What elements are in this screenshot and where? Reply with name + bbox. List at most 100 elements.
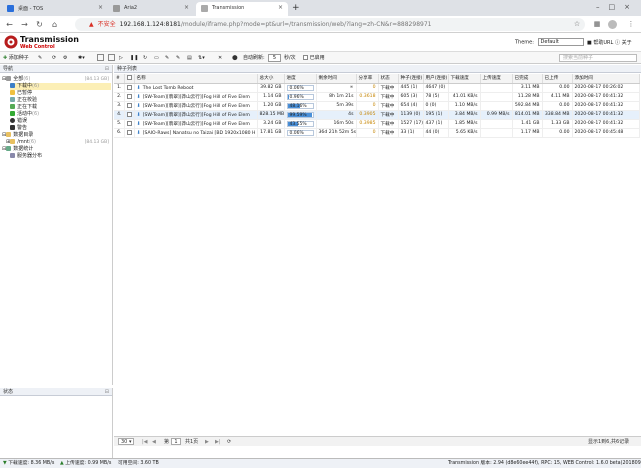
- downloading-icon: ⬇: [136, 111, 141, 118]
- start-all-button[interactable]: [97, 54, 104, 62]
- prev-page-icon[interactable]: ◀: [152, 438, 156, 446]
- sort-button[interactable]: ⇅▾: [198, 54, 205, 62]
- label-button[interactable]: ✎: [176, 54, 180, 62]
- column-header[interactable]: #: [114, 74, 125, 84]
- about-link[interactable]: ⓘ 关于: [615, 39, 632, 46]
- close-icon[interactable]: ×: [184, 4, 189, 11]
- next-page-icon[interactable]: ▶: [205, 438, 209, 446]
- forward-icon[interactable]: →: [19, 19, 30, 30]
- copy-button[interactable]: ▤: [187, 54, 192, 62]
- auto-refresh-input[interactable]: 5: [268, 54, 281, 62]
- stop-button[interactable]: ⬤: [232, 54, 238, 62]
- row-checkbox[interactable]: [126, 111, 132, 117]
- reload-icon[interactable]: ↻: [34, 19, 45, 30]
- nav-item-servers[interactable]: 服务器分布: [10, 153, 42, 160]
- tools-button[interactable]: ✱▾: [78, 54, 85, 62]
- browser-tab-transmission[interactable]: Transmission ×: [196, 2, 288, 16]
- progress-text: 0.06%: [289, 130, 304, 136]
- nav-item-active-dl[interactable]: 正在下载: [10, 104, 37, 111]
- settings-button[interactable]: ⚙: [63, 54, 67, 62]
- column-header[interactable]: 用户(连接): [423, 74, 449, 84]
- nav-item-downloading[interactable]: 下载中(6): [10, 83, 111, 90]
- row-checkbox[interactable]: [126, 93, 132, 99]
- nav-item-warning[interactable]: 警告: [10, 125, 27, 132]
- theme-select[interactable]: Default: [537, 38, 584, 46]
- column-header[interactable]: 剩余时间: [316, 74, 357, 84]
- row-checkbox[interactable]: [126, 102, 132, 108]
- rename-button[interactable]: ✎: [165, 54, 169, 62]
- enabled-checkbox[interactable]: [303, 55, 308, 60]
- add-torrent-button[interactable]: ✚ 添加种子: [3, 54, 29, 62]
- refresh-button[interactable]: ⟳: [52, 54, 56, 62]
- table-row[interactable]: 3. ⬇ [SW-Team][翡翠][莽山云行][Fog Hill of Five …: [114, 101, 640, 111]
- remove-button[interactable]: ✕: [218, 54, 222, 62]
- page-size-select[interactable]: 30 ▾: [118, 438, 134, 445]
- address-bar[interactable]: ▲ 不安全 192.168.1.124:8181/module/iframe.php…: [75, 18, 585, 31]
- close-icon[interactable]: ×: [278, 4, 283, 11]
- recheck-button[interactable]: ↻: [143, 54, 147, 62]
- auto-refresh-unit: 秒/次: [284, 55, 296, 61]
- column-header[interactable]: 进度: [284, 74, 317, 84]
- window-controls[interactable]: –□×: [596, 3, 639, 11]
- pause-icon: [108, 54, 115, 61]
- collapse-icon[interactable]: ⊟: [105, 65, 109, 73]
- new-tab-button[interactable]: +: [290, 2, 302, 16]
- table-row[interactable]: 4. ⬇ [SW-Team][翡翠][莽山云行][Fog Hill of Five …: [114, 110, 640, 120]
- column-header[interactable]: 添加时间: [572, 74, 640, 84]
- column-header[interactable]: [124, 74, 135, 84]
- avatar[interactable]: [608, 20, 617, 29]
- browser-tab-tos[interactable]: 桌面 - TOS ×: [2, 2, 108, 16]
- pause-all-button[interactable]: [108, 54, 115, 62]
- nav-item-paused[interactable]: 已暂停: [10, 90, 32, 97]
- page-input[interactable]: 1: [171, 438, 181, 445]
- close-icon[interactable]: ×: [98, 4, 103, 11]
- back-icon[interactable]: ←: [4, 19, 15, 30]
- nav-label: 警告: [17, 125, 28, 131]
- tab-title: 桌面 - TOS: [18, 6, 44, 12]
- dl-value: 8.36 MB/s: [30, 461, 55, 466]
- help-link[interactable]: ■ 帮助URL: [587, 39, 613, 46]
- table-row[interactable]: 2. ⬇ [SW-Team][翡翠][莽山云行][Fog Hill of Five …: [114, 92, 640, 102]
- column-header[interactable]: 种子(连接): [398, 74, 424, 84]
- column-header[interactable]: 已完成: [512, 74, 543, 84]
- column-header[interactable]: 分享率: [356, 74, 379, 84]
- collapse-icon[interactable]: ⊟: [105, 388, 109, 396]
- refresh-page-icon[interactable]: ⟳: [227, 438, 231, 446]
- row-checkbox[interactable]: [126, 129, 132, 135]
- enabled-toggle[interactable]: 已启用: [303, 54, 325, 62]
- nav-item-error[interactable]: 错误: [10, 118, 27, 125]
- table-row[interactable]: 6. ⬇ [SAIO-Raws] Nanatsu no Taizai [BD 192…: [114, 128, 640, 138]
- downloading-icon: ⬇: [136, 129, 141, 136]
- table-row[interactable]: 1. ⬇ The Lost Tomb Reboot 39.82 GB 0.06% ∞ 0 下载…: [114, 83, 640, 93]
- start-button[interactable]: ▷: [119, 54, 123, 62]
- column-header[interactable]: 下载速度: [448, 74, 481, 84]
- nav-item-checking[interactable]: 正在校验: [10, 97, 37, 104]
- select-all-checkbox[interactable]: [126, 75, 132, 81]
- nav-item-active[interactable]: 活动中(6): [10, 111, 39, 118]
- column-header[interactable]: 名称: [134, 74, 258, 84]
- cell-seeds: 1527 (17): [398, 119, 424, 129]
- nav-item-stats[interactable]: ⊟ 数据统计: [2, 146, 33, 153]
- row-checkbox[interactable]: [126, 120, 132, 126]
- row-checkbox[interactable]: [126, 84, 132, 90]
- browser-tab-aria2[interactable]: Aria2 ×: [108, 2, 194, 16]
- total-pages: 共1页: [185, 439, 199, 445]
- pause-button[interactable]: ❚❚: [130, 54, 138, 62]
- column-header[interactable]: 总大小: [257, 74, 285, 84]
- extension-icon[interactable]: ▦: [592, 19, 602, 29]
- column-header[interactable]: 状态: [378, 74, 399, 84]
- move-button[interactable]: ▭: [154, 54, 159, 62]
- star-icon[interactable]: ☆: [572, 19, 582, 29]
- nav-item-folders[interactable]: ⊟ 数据目录: [2, 132, 33, 139]
- pin-button[interactable]: ✎: [38, 54, 42, 62]
- table-row[interactable]: 5. ⬇ [SW-Team][翡翠][莽山云行][Fog Hill of Five …: [114, 119, 640, 129]
- search-input[interactable]: 搜索当前种子: [559, 54, 637, 62]
- first-page-icon[interactable]: |◀: [142, 438, 148, 446]
- nav-item-all[interactable]: ⊟ 全部(6) [84.13 GB]: [2, 76, 111, 83]
- last-page-icon[interactable]: ▶|: [215, 438, 221, 446]
- home-icon[interactable]: ⌂: [49, 19, 60, 30]
- column-header[interactable]: 已上传: [542, 74, 573, 84]
- menu-icon[interactable]: ⋮: [626, 19, 636, 29]
- column-header[interactable]: 上传速度: [480, 74, 513, 84]
- nav-item-mnt[interactable]: ⊞/mnt(6) [84.13 GB]: [6, 139, 111, 146]
